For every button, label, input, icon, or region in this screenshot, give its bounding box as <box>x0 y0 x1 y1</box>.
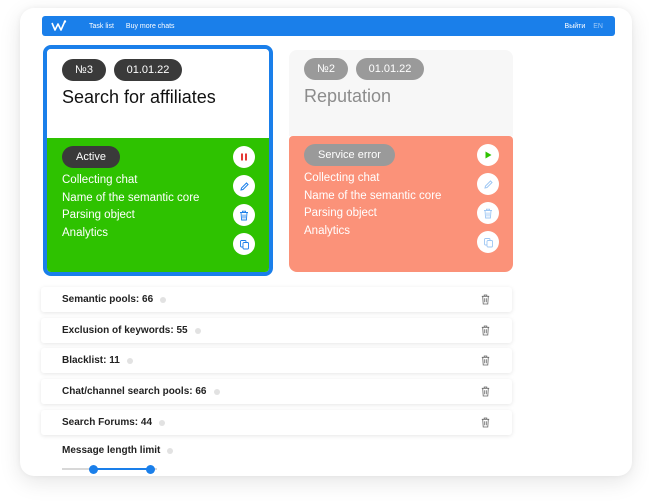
task-card-error[interactable]: №2 01.01.22 Reputation Service error Col… <box>289 50 513 272</box>
logout-link[interactable]: Выйти <box>565 23 586 30</box>
row-exclusion-keywords[interactable]: Exclusion of keywords: 55 <box>41 318 512 343</box>
row-label: Semantic pools: 66 <box>62 294 154 305</box>
task-date-badge: 01.01.22 <box>114 59 182 81</box>
trash-icon[interactable] <box>481 355 490 366</box>
copy-button[interactable] <box>477 231 499 253</box>
row-label: Chat/channel search pools: 66 <box>62 386 207 397</box>
trash-icon <box>240 210 248 220</box>
task-number-badge: №2 <box>304 58 348 80</box>
slider-fill <box>93 468 151 470</box>
delete-button[interactable] <box>233 204 255 226</box>
card-body: Service error Collecting chat Name of th… <box>289 136 513 272</box>
copy-button[interactable] <box>233 233 255 255</box>
trash-icon[interactable] <box>481 294 490 305</box>
card-header: №2 01.01.22 Reputation <box>289 50 513 136</box>
row-label: Blacklist: 11 <box>62 355 120 366</box>
task-card-active[interactable]: №3 01.01.22 Search for affiliates Active… <box>43 45 273 276</box>
slider-thumb-max[interactable] <box>145 465 155 474</box>
task-properties: Collecting chat Name of the semantic cor… <box>304 170 441 240</box>
info-dot-icon[interactable] <box>160 296 167 303</box>
row-blacklist[interactable]: Blacklist: 11 <box>41 348 512 373</box>
slider-thumb-min[interactable] <box>88 465 98 474</box>
prop-analytics: Analytics <box>62 226 109 239</box>
task-title: Reputation <box>304 86 392 106</box>
row-label: Exclusion of keywords: 55 <box>62 325 188 336</box>
info-dot-icon[interactable] <box>126 357 133 364</box>
nav-right: Выйти EN <box>565 23 603 30</box>
status-badge: Active <box>62 146 120 168</box>
prop-parsing-object: Parsing object <box>62 209 135 221</box>
copy-icon <box>239 239 249 249</box>
play-icon <box>485 151 492 159</box>
top-nav: Task list Buy more chats Выйти EN <box>42 16 615 36</box>
copy-icon <box>483 237 493 247</box>
prop-semantic-core: Name of the semantic core <box>62 191 200 204</box>
trash-icon[interactable] <box>481 386 490 397</box>
play-button[interactable] <box>477 144 499 166</box>
task-number-badge: №3 <box>62 59 106 81</box>
info-dot-icon[interactable] <box>194 327 201 334</box>
pause-icon <box>241 153 247 161</box>
edit-button[interactable] <box>477 173 499 195</box>
info-dot-icon[interactable] <box>167 447 174 454</box>
task-date-badge: 01.01.22 <box>356 58 424 80</box>
row-search-forums[interactable]: Search Forums: 44 <box>41 410 512 435</box>
prop-collecting-chat: Collecting chat <box>62 174 138 186</box>
trash-icon[interactable] <box>481 325 490 336</box>
logo-icon[interactable] <box>51 20 67 32</box>
edit-button[interactable] <box>233 175 255 197</box>
task-properties: Collecting chat Name of the semantic cor… <box>62 172 199 242</box>
trash-icon[interactable] <box>481 417 490 428</box>
info-dot-icon[interactable] <box>159 419 166 426</box>
prop-collecting-chat: Collecting chat <box>304 172 380 184</box>
message-length-slider[interactable] <box>62 463 157 475</box>
info-dot-icon[interactable] <box>213 388 220 395</box>
row-chat-search-pools[interactable]: Chat/channel search pools: 66 <box>41 379 512 404</box>
pause-button[interactable] <box>233 146 255 168</box>
edit-icon <box>239 181 249 191</box>
nav-task-list[interactable]: Task list <box>89 23 114 30</box>
nav-buy-more-chats[interactable]: Buy more chats <box>126 23 175 30</box>
language-switch[interactable]: EN <box>593 23 603 30</box>
status-badge: Service error <box>304 144 395 166</box>
card-body: Active Collecting chat Name of the seman… <box>47 138 269 272</box>
prop-parsing-object: Parsing object <box>304 207 377 219</box>
prop-analytics: Analytics <box>304 224 351 237</box>
card-header: №3 01.01.22 Search for affiliates <box>47 49 269 138</box>
row-label: Search Forums: 44 <box>62 417 153 428</box>
trash-icon <box>484 208 492 218</box>
message-length-limit-label: Message length limit <box>62 445 174 456</box>
prop-semantic-core: Name of the semantic core <box>304 189 442 202</box>
edit-icon <box>483 179 493 189</box>
task-title: Search for affiliates <box>62 87 216 107</box>
row-semantic-pools[interactable]: Semantic pools: 66 <box>41 287 512 312</box>
limit-label-text: Message length limit <box>62 445 161 456</box>
delete-button[interactable] <box>477 202 499 224</box>
